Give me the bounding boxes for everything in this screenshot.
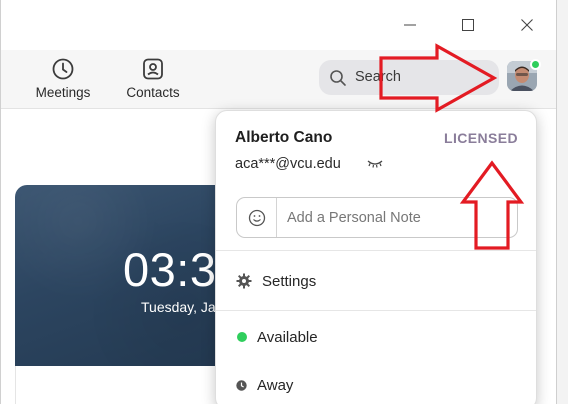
personal-note-input[interactable] [277,198,517,237]
window-border-right [556,0,557,404]
menu-item-settings-label: Settings [262,272,317,290]
menu-item-away[interactable]: Away [216,365,536,404]
divider [216,250,536,251]
gear-icon [236,273,252,289]
maximize-button[interactable] [453,10,483,40]
menu-item-away-label: Away [257,376,294,394]
close-button[interactable] [512,10,542,40]
available-status-icon [237,332,247,342]
clock-date: Tuesday, Ja [141,299,216,315]
tab-contacts[interactable]: Contacts [113,57,193,103]
online-status-dot [530,59,541,70]
title-bar [1,0,556,50]
emoji-button[interactable] [237,198,277,237]
away-clock-icon [236,379,247,391]
main-toolbar: Meetings Contacts Search [1,50,556,109]
profile-email: aca***@vcu.edu [235,156,341,172]
minimize-icon [404,24,416,26]
menu-item-available-label: Available [257,328,318,346]
desktop-background [557,0,568,404]
upcoming-panel [15,366,225,404]
tab-contacts-label: Contacts [126,85,180,100]
divider [216,310,536,311]
menu-item-available[interactable]: Available [216,317,536,357]
search-icon [330,70,346,86]
clock-time: 03:3 [123,243,217,296]
maximize-icon [462,19,474,31]
clock-icon [52,58,74,80]
minimize-button[interactable] [395,10,425,40]
contact-card-icon [143,58,163,80]
personal-note-field[interactable] [236,197,518,238]
hidden-eye-icon[interactable] [366,157,384,171]
menu-item-settings[interactable]: Settings [216,261,536,301]
smiley-icon [248,209,265,226]
profile-name: Alberto Cano [235,129,333,146]
search-placeholder: Search [355,69,401,85]
close-icon [521,19,533,31]
clock-card: 03:3 Tuesday, Ja [15,185,225,366]
tab-meetings-label: Meetings [35,85,91,100]
profile-popup: Alberto Cano LICENSED aca***@vcu.edu Add… [215,110,537,404]
license-badge: LICENSED [444,130,518,146]
search-box[interactable]: Search [319,60,499,95]
tab-meetings[interactable]: Meetings [23,57,103,103]
